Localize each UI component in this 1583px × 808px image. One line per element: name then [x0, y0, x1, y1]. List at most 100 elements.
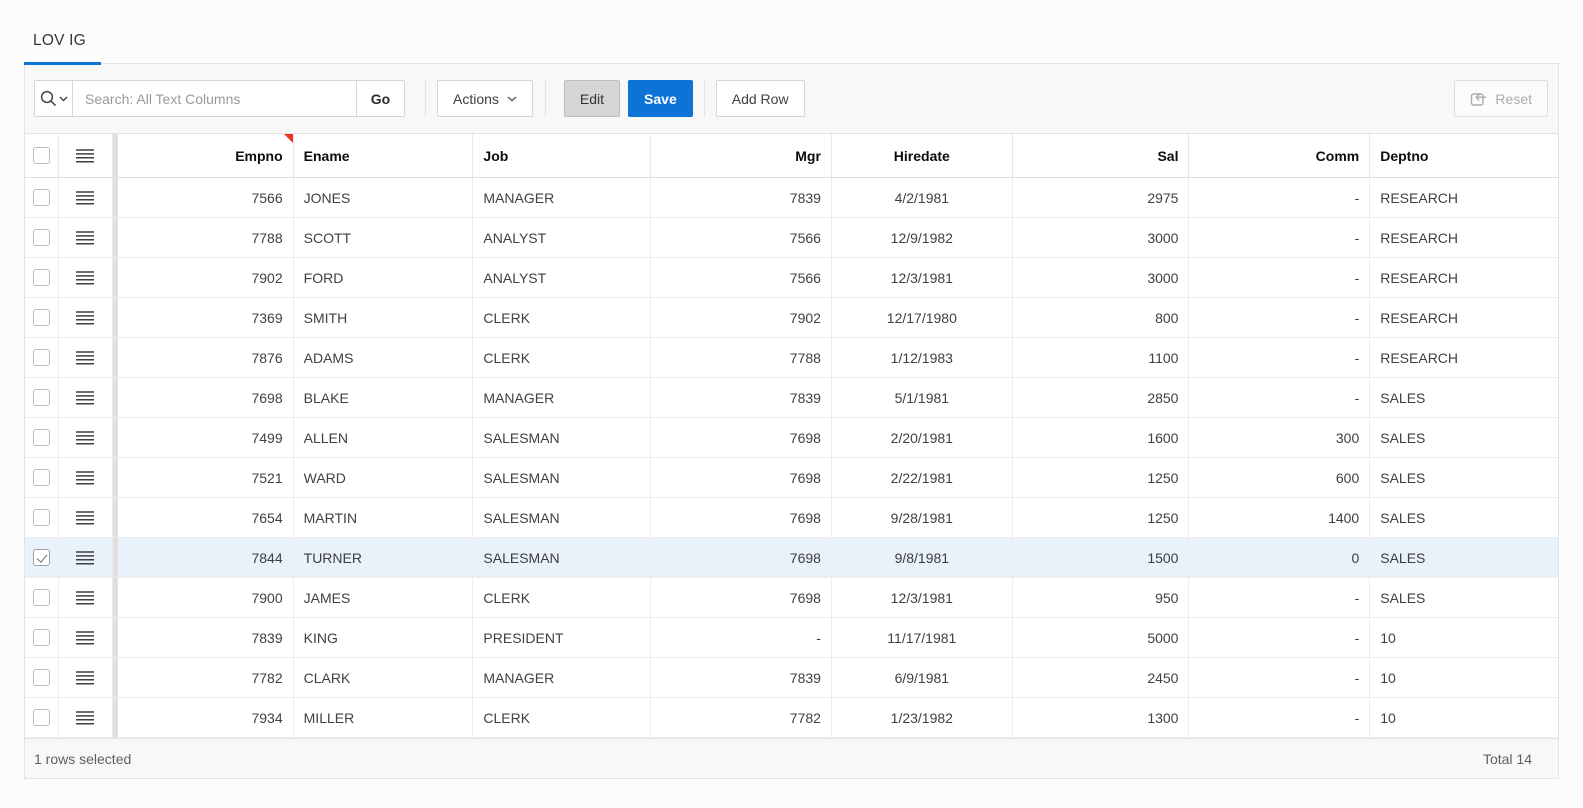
cell-job[interactable]: ANALYST — [473, 218, 651, 257]
cell-hiredate[interactable]: 12/9/1982 — [832, 218, 1013, 257]
cell-mgr[interactable]: 7788 — [651, 338, 832, 377]
cell-mgr[interactable]: - — [651, 618, 832, 657]
cell-ename[interactable]: JONES — [294, 178, 474, 217]
cell-comm[interactable]: - — [1189, 178, 1370, 217]
cell-empno[interactable]: 7521 — [118, 458, 294, 497]
cell-comm[interactable]: - — [1189, 578, 1370, 617]
cell-sal[interactable]: 1250 — [1013, 498, 1190, 537]
row-menu-button[interactable] — [59, 338, 113, 377]
cell-comm[interactable]: 300 — [1189, 418, 1370, 457]
cell-job[interactable]: CLERK — [473, 298, 651, 337]
cell-mgr[interactable]: 7698 — [651, 458, 832, 497]
cell-comm[interactable]: - — [1189, 378, 1370, 417]
cell-empno[interactable]: 7902 — [118, 258, 294, 297]
go-button[interactable]: Go — [356, 81, 404, 116]
cell-hiredate[interactable]: 6/9/1981 — [832, 658, 1013, 697]
column-header-deptno[interactable]: Deptno — [1370, 134, 1558, 177]
cell-sal[interactable]: 1600 — [1013, 418, 1190, 457]
cell-comm[interactable]: - — [1189, 258, 1370, 297]
cell-mgr[interactable]: 7839 — [651, 658, 832, 697]
cell-mgr[interactable]: 7698 — [651, 538, 832, 577]
cell-deptno[interactable]: RESEARCH — [1370, 298, 1558, 337]
row-select-cell[interactable] — [25, 338, 59, 377]
row-menu-button[interactable] — [59, 658, 113, 697]
cell-empno[interactable]: 7788 — [118, 218, 294, 257]
cell-job[interactable]: MANAGER — [473, 658, 651, 697]
cell-empno[interactable]: 7934 — [118, 698, 294, 737]
cell-comm[interactable]: 600 — [1189, 458, 1370, 497]
cell-empno[interactable]: 7566 — [118, 178, 294, 217]
row-select-cell[interactable] — [25, 218, 59, 257]
cell-sal[interactable]: 2450 — [1013, 658, 1190, 697]
cell-mgr[interactable]: 7566 — [651, 258, 832, 297]
cell-mgr[interactable]: 7839 — [651, 178, 832, 217]
edit-button[interactable]: Edit — [564, 80, 620, 117]
cell-ename[interactable]: TURNER — [294, 538, 474, 577]
row-menu-button[interactable] — [59, 378, 113, 417]
cell-empno[interactable]: 7654 — [118, 498, 294, 537]
row-checkbox[interactable] — [33, 349, 50, 366]
row-select-cell[interactable] — [25, 178, 59, 217]
cell-job[interactable]: CLERK — [473, 698, 651, 737]
row-menu-button[interactable] — [59, 258, 113, 297]
cell-mgr[interactable]: 7566 — [651, 218, 832, 257]
row-checkbox[interactable] — [33, 469, 50, 486]
cell-comm[interactable]: - — [1189, 338, 1370, 377]
cell-sal[interactable]: 800 — [1013, 298, 1190, 337]
cell-deptno[interactable]: RESEARCH — [1370, 178, 1558, 217]
row-select-cell[interactable] — [25, 298, 59, 337]
cell-hiredate[interactable]: 2/22/1981 — [832, 458, 1013, 497]
row-checkbox[interactable] — [33, 429, 50, 446]
row-menu-button[interactable] — [59, 618, 113, 657]
cell-comm[interactable]: 0 — [1189, 538, 1370, 577]
cell-comm[interactable]: 1400 — [1189, 498, 1370, 537]
cell-job[interactable]: MANAGER — [473, 378, 651, 417]
cell-empno[interactable]: 7369 — [118, 298, 294, 337]
cell-job[interactable]: CLERK — [473, 338, 651, 377]
column-header-job[interactable]: Job — [473, 134, 651, 177]
cell-sal[interactable]: 1300 — [1013, 698, 1190, 737]
row-checkbox[interactable] — [33, 669, 50, 686]
column-header-ename[interactable]: Ename — [294, 134, 474, 177]
cell-sal[interactable]: 5000 — [1013, 618, 1190, 657]
row-select-cell[interactable] — [25, 578, 59, 617]
cell-deptno[interactable]: SALES — [1370, 538, 1558, 577]
cell-sal[interactable]: 1500 — [1013, 538, 1190, 577]
cell-comm[interactable]: - — [1189, 298, 1370, 337]
row-select-cell[interactable] — [25, 698, 59, 737]
cell-sal[interactable]: 3000 — [1013, 258, 1190, 297]
cell-mgr[interactable]: 7782 — [651, 698, 832, 737]
cell-comm[interactable]: - — [1189, 658, 1370, 697]
cell-empno[interactable]: 7900 — [118, 578, 294, 617]
cell-empno[interactable]: 7782 — [118, 658, 294, 697]
row-checkbox[interactable] — [33, 389, 50, 406]
cell-deptno[interactable]: 10 — [1370, 698, 1558, 737]
cell-hiredate[interactable]: 4/2/1981 — [832, 178, 1013, 217]
row-menu-button[interactable] — [59, 458, 113, 497]
cell-hiredate[interactable]: 12/17/1980 — [832, 298, 1013, 337]
cell-sal[interactable]: 2975 — [1013, 178, 1190, 217]
row-select-cell[interactable] — [25, 418, 59, 457]
column-header-mgr[interactable]: Mgr — [651, 134, 832, 177]
cell-comm[interactable]: - — [1189, 218, 1370, 257]
cell-mgr[interactable]: 7698 — [651, 418, 832, 457]
cell-empno[interactable]: 7844 — [118, 538, 294, 577]
cell-empno[interactable]: 7876 — [118, 338, 294, 377]
cell-ename[interactable]: MARTIN — [294, 498, 474, 537]
cell-job[interactable]: SALESMAN — [473, 538, 651, 577]
cell-deptno[interactable]: SALES — [1370, 578, 1558, 617]
cell-hiredate[interactable]: 1/12/1983 — [832, 338, 1013, 377]
cell-comm[interactable]: - — [1189, 618, 1370, 657]
column-header-sal[interactable]: Sal — [1013, 134, 1190, 177]
cell-empno[interactable]: 7499 — [118, 418, 294, 457]
header-row-menu[interactable] — [59, 134, 113, 177]
cell-ename[interactable]: JAMES — [294, 578, 474, 617]
cell-sal[interactable]: 1250 — [1013, 458, 1190, 497]
column-header-empno[interactable]: Empno — [118, 134, 294, 177]
cell-mgr[interactable]: 7698 — [651, 578, 832, 617]
cell-job[interactable]: MANAGER — [473, 178, 651, 217]
cell-deptno[interactable]: RESEARCH — [1370, 338, 1558, 377]
row-select-cell[interactable] — [25, 378, 59, 417]
row-menu-button[interactable] — [59, 418, 113, 457]
row-menu-button[interactable] — [59, 218, 113, 257]
